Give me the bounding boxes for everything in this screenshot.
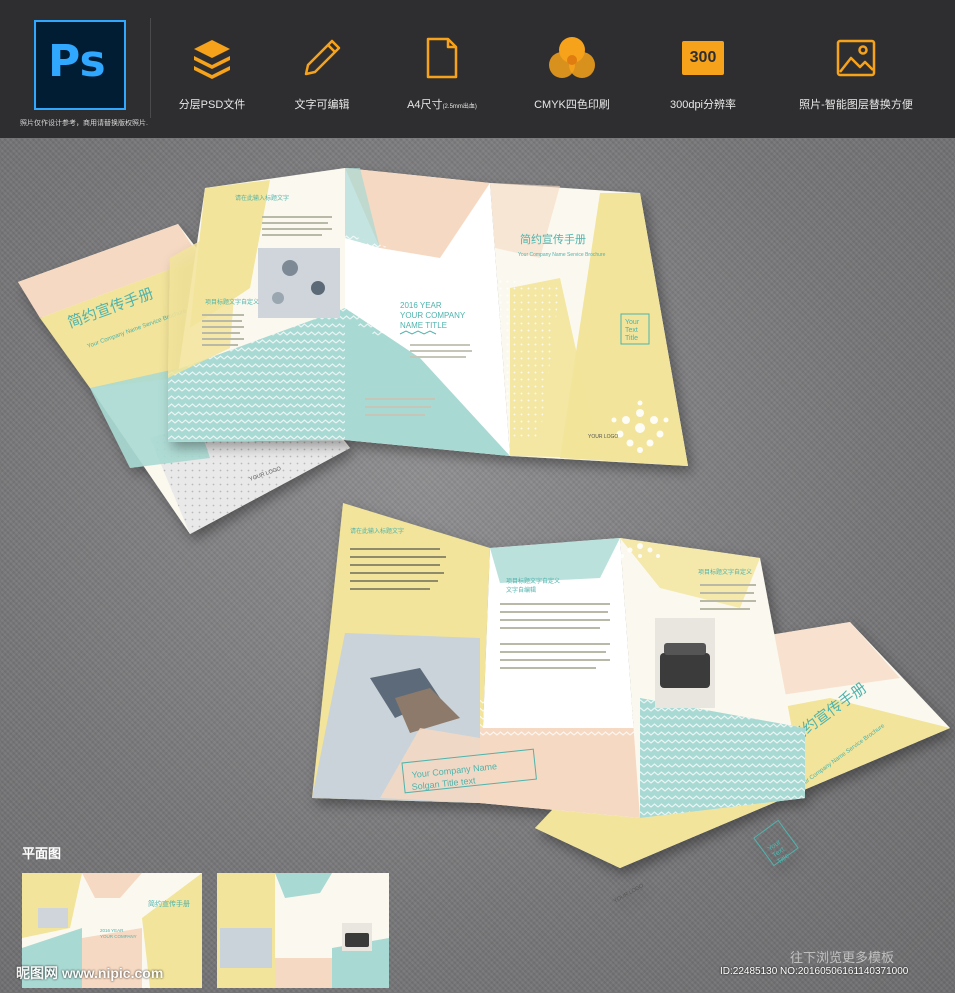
feature-label: A4尺寸(2.5mm出血) bbox=[382, 96, 502, 112]
thumb-title: 简约宣传手册 bbox=[148, 899, 190, 908]
top-logo: YOUR LOGO bbox=[588, 434, 618, 440]
document-icon bbox=[382, 34, 502, 82]
brochure-mockup-scene: 简约宣传手册 Your Company Name Service Brochur… bbox=[18, 168, 950, 988]
feature-label: 300dpi分辨率 bbox=[669, 99, 737, 111]
top-year-title-1: 2016 YEAR bbox=[400, 301, 442, 310]
feature-editable-text: 文字可编辑 bbox=[262, 34, 382, 112]
feature-label-main: A4尺寸 bbox=[407, 99, 443, 111]
meeting-photo bbox=[258, 248, 340, 318]
feature-layered-psd: 分层PSD文件 bbox=[152, 34, 272, 112]
bottom-panel3-heading: 项目标题文字自定义 bbox=[698, 568, 752, 576]
feature-smart-layer: 照片-智能图层替换方便 bbox=[796, 34, 916, 112]
top-panel1-subheading: 项目标题文字自定义 bbox=[205, 298, 259, 306]
flat-thumbnail-back bbox=[217, 873, 389, 988]
top-your-text-2: Text bbox=[625, 327, 638, 334]
feature-label: 照片-智能图层替换方便 bbox=[799, 99, 913, 111]
top-year-title-2: YOUR COMPANY bbox=[400, 311, 466, 320]
site-watermark: 昵图网 www.nipic.com bbox=[16, 965, 164, 981]
thumb-company-title: YOUR COMPANY bbox=[100, 934, 137, 939]
feature-label: 文字可编辑 bbox=[294, 99, 350, 111]
bottom-cover-logo: YOUR LOGO bbox=[613, 883, 645, 905]
feature-header-bar: Ps 照片仅作设计参考，商用请替换版权照片. 分层PSD文件 文字可编辑 A4尺… bbox=[0, 0, 955, 138]
top-panel1-heading: 请在此输入标题文字 bbox=[235, 194, 289, 202]
top-brochure-title: 简约宣传手册 bbox=[520, 232, 586, 246]
more-templates-link[interactable]: 往下浏览更多模板 bbox=[790, 947, 894, 966]
bottom-panel1-heading: 请在此输入标题文字 bbox=[350, 527, 404, 535]
bottom-open-brochure: 简约宣传手册 Your Company Name Service Brochur… bbox=[312, 503, 950, 905]
cmyk-circles-icon bbox=[512, 34, 632, 82]
top-your-text-3: Title bbox=[625, 335, 638, 342]
flat-section-label: 平面图 bbox=[22, 846, 62, 861]
thumb-year-title: 2016 YEAR bbox=[100, 928, 124, 933]
photoshop-logo: Ps bbox=[34, 20, 126, 110]
photoshop-logo-text: Ps bbox=[48, 36, 106, 87]
top-year-title-3: NAME TITLE bbox=[400, 321, 447, 330]
feature-label-sub: (2.5mm出血) bbox=[442, 104, 477, 110]
bottom-panel2-heading: 项目标题文字自定义 bbox=[506, 577, 560, 585]
feature-300dpi: 300 300dpi分辨率 bbox=[643, 34, 763, 112]
feature-a4-size: A4尺寸(2.5mm出血) bbox=[382, 34, 502, 112]
layers-icon bbox=[152, 34, 272, 82]
dpi-badge-icon: 300 bbox=[643, 34, 763, 82]
header-divider bbox=[150, 18, 151, 118]
mockup-stage: 简约宣传手册 Your Company Name Service Brochur… bbox=[0, 138, 955, 993]
pencil-icon bbox=[262, 34, 382, 82]
image-id-watermark: ID:22485130 NO:20160506161140371000 bbox=[720, 966, 909, 977]
feature-label: CMYK四色印刷 bbox=[534, 99, 610, 111]
dpi-badge: 300 bbox=[682, 41, 724, 75]
top-brochure-subtitle: Your Company Name Service Brochure bbox=[518, 252, 606, 258]
image-icon bbox=[796, 34, 916, 82]
feature-label: 分层PSD文件 bbox=[178, 99, 246, 111]
bottom-panel2-subheading: 文字自编辑 bbox=[506, 586, 536, 594]
top-your-text-1: Your bbox=[625, 319, 640, 326]
top-open-brochure: 请在此输入标题文字 项目标题文字自定义 2016 YEAR YOUR COMPA… bbox=[168, 168, 688, 466]
feature-cmyk: CMYK四色印刷 bbox=[512, 34, 632, 112]
photo-disclaimer: 照片仅作设计参考，商用请替换版权照片. bbox=[20, 120, 148, 127]
